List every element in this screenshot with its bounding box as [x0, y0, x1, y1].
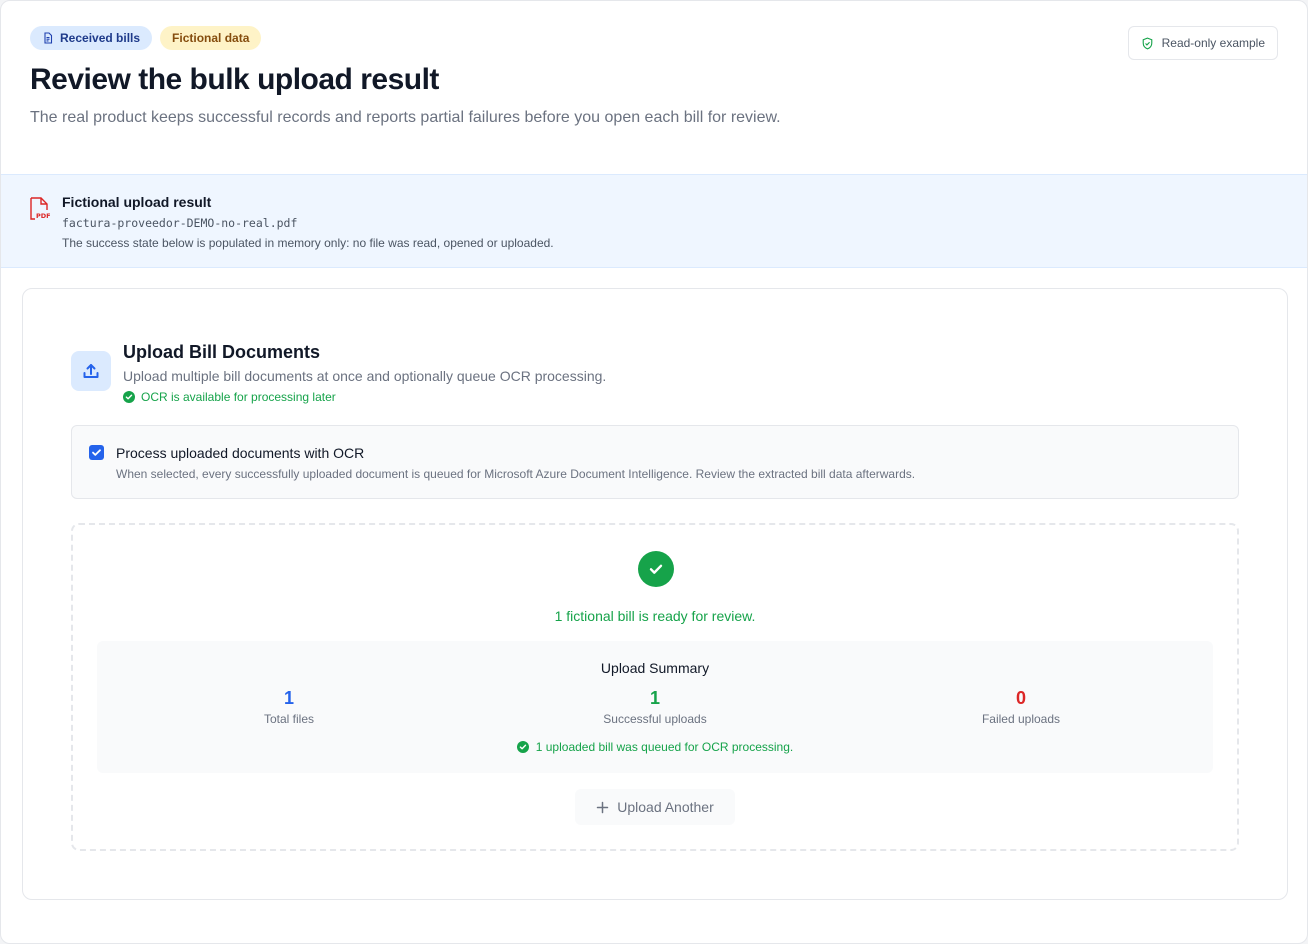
- page-title: Review the bulk upload result: [30, 63, 439, 96]
- ocr-option-help: When selected, every successfully upload…: [116, 467, 916, 481]
- upload-icon: [83, 364, 99, 378]
- received-bills-badge: Received bills: [30, 26, 153, 50]
- upload-success-message: 1 fictional bill is ready for review.: [554, 608, 756, 624]
- stat-successful-uploads: 1 Successful uploads: [505, 687, 805, 727]
- upload-card: Upload Bill Documents Upload multiple bi…: [22, 288, 1288, 900]
- ocr-option-box: Process uploaded documents with OCR When…: [71, 425, 1239, 499]
- ocr-checkbox[interactable]: [89, 445, 104, 460]
- stat-label: Total files: [263, 712, 315, 726]
- stat-label: Successful uploads: [603, 712, 707, 726]
- upload-result-banner: PDF Fictional upload result factura-prov…: [1, 174, 1307, 268]
- pdf-icon: PDF: [30, 197, 50, 220]
- badge-label: Received bills: [60, 31, 141, 45]
- stat-failed-uploads: 0 Failed uploads: [871, 687, 1171, 727]
- ocr-queued-text: 1 uploaded bill was queued for OCR proce…: [535, 740, 794, 754]
- document-icon: [44, 32, 53, 44]
- check-circle-icon: [123, 391, 135, 403]
- plus-icon: [596, 801, 609, 813]
- upload-another-button[interactable]: Upload Another: [575, 789, 735, 825]
- read-only-badge: Read-only example: [1127, 26, 1278, 60]
- ocr-availability-status: OCR is available for processing later: [123, 389, 336, 405]
- fictional-data-badge: Fictional data: [160, 26, 262, 50]
- shield-check-icon: [1142, 37, 1152, 49]
- check-circle-icon: [516, 741, 529, 753]
- banner-file-name: factura-proveedor-DEMO-no-real.pdf: [62, 216, 298, 230]
- stat-label: Failed uploads: [981, 712, 1061, 726]
- upload-summary: Upload Summary 1 Total files 1 Successfu…: [97, 641, 1213, 773]
- svg-text:PDF: PDF: [36, 212, 50, 220]
- upload-icon-box: [71, 351, 111, 391]
- ocr-availability-text: OCR is available for processing later: [141, 390, 336, 404]
- upload-card-title: Upload Bill Documents: [123, 342, 321, 362]
- banner-note: The success state below is populated in …: [62, 236, 554, 250]
- stat-total-files: 1 Total files: [139, 687, 439, 727]
- stat-value: 1: [283, 688, 294, 708]
- page-frame: Received bills Fictional data Review the…: [0, 0, 1308, 944]
- stat-value: 1: [649, 688, 660, 708]
- page-description: The real product keeps successful record…: [30, 109, 781, 126]
- checkmark-icon: [649, 564, 663, 574]
- checkmark-icon: [92, 449, 101, 456]
- ocr-queued-status: 1 uploaded bill was queued for OCR proce…: [97, 739, 1213, 755]
- read-only-label: Read-only example: [1161, 36, 1265, 50]
- ocr-option-label[interactable]: Process uploaded documents with OCR: [116, 444, 364, 462]
- upload-dropzone: 1 fictional bill is ready for review. Up…: [71, 523, 1239, 851]
- upload-card-subtitle: Upload multiple bill documents at once a…: [123, 368, 607, 384]
- banner-title: Fictional upload result: [62, 194, 212, 210]
- upload-another-label: Upload Another: [617, 799, 714, 815]
- success-icon: [638, 551, 674, 587]
- upload-summary-title: Upload Summary: [600, 660, 710, 676]
- badge-row: Received bills Fictional data: [30, 26, 1278, 50]
- stat-value: 0: [1015, 688, 1026, 708]
- page-header: Received bills Fictional data Review the…: [1, 1, 1307, 174]
- badge-label: Fictional data: [172, 31, 250, 45]
